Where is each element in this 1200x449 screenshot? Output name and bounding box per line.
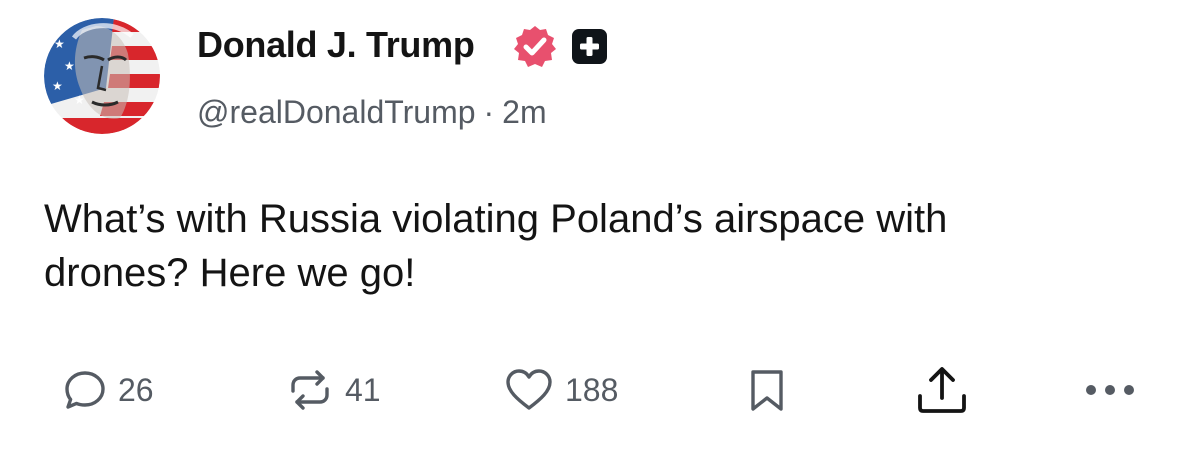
more-icon <box>1086 385 1134 395</box>
handle[interactable]: @realDonaldTrump <box>197 94 476 130</box>
reply-count: 26 <box>118 371 154 408</box>
reply-icon <box>65 371 105 409</box>
bookmark-button[interactable] <box>745 364 789 416</box>
more-button[interactable] <box>1082 364 1138 416</box>
reply-button[interactable]: 26 <box>62 364 154 416</box>
action-bar: 26 41 188 <box>0 356 1200 426</box>
like-button[interactable]: 188 <box>503 364 618 416</box>
repost-icon <box>291 370 329 410</box>
post-meta: @realDonaldTrump · 2m <box>197 94 547 131</box>
bookmark-icon <box>751 370 783 411</box>
like-count: 188 <box>565 371 619 408</box>
svg-text:★: ★ <box>64 59 75 73</box>
verified-badge-icon <box>512 24 558 70</box>
meta-separator: · <box>483 94 495 130</box>
timestamp[interactable]: 2m <box>502 94 546 130</box>
svg-text:★: ★ <box>74 93 85 107</box>
svg-text:★: ★ <box>54 37 65 51</box>
share-button[interactable] <box>914 364 970 416</box>
svg-text:★: ★ <box>52 79 63 93</box>
repost-button[interactable]: 41 <box>285 364 381 416</box>
avatar-image: ★ ★ ★ ★ <box>44 18 160 134</box>
display-name[interactable]: Donald J. Trump <box>197 24 475 66</box>
avatar[interactable]: ★ ★ ★ ★ <box>44 18 160 134</box>
share-icon <box>918 367 966 413</box>
post-text: What’s with Russia violating Poland’s ai… <box>44 197 948 295</box>
heart-icon <box>506 369 552 410</box>
plus-badge-icon <box>572 29 607 64</box>
post-card: ★ ★ ★ ★ Donald J. Trump @realDonaldTrump… <box>0 0 1200 449</box>
repost-count: 41 <box>345 371 381 408</box>
